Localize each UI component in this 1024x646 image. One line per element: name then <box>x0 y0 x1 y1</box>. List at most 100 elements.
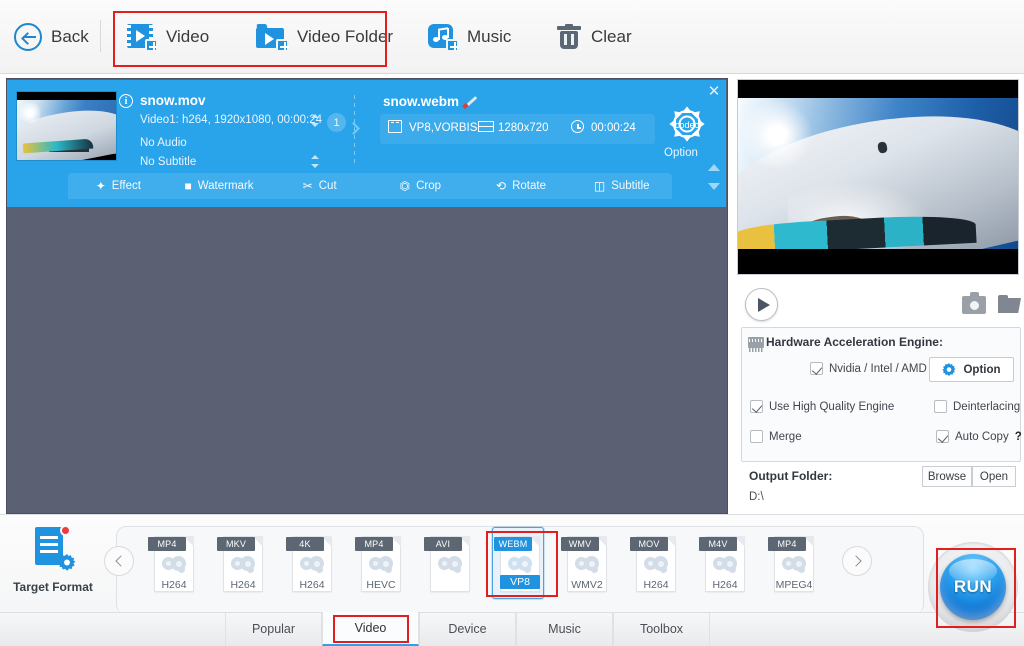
format-card[interactable]: MP4 MPEG4 <box>768 532 817 594</box>
film-reel-icon <box>438 556 462 573</box>
cut-button[interactable]: ✂ Cut <box>269 180 370 192</box>
edit-pencil-icon[interactable] <box>463 95 477 109</box>
format-card-top: AVI <box>424 537 462 551</box>
run-button-core[interactable]: RUN <box>940 554 1006 620</box>
merge-checkbox[interactable]: Merge <box>750 430 802 443</box>
effect-button[interactable]: ✦ Effect <box>68 180 169 192</box>
browse-button[interactable]: Browse <box>922 466 972 487</box>
add-video-button[interactable]: Video <box>127 14 209 60</box>
tab-video[interactable]: Video <box>322 612 419 646</box>
auto-copy-checkbox[interactable]: Auto Copy ? <box>936 430 1022 443</box>
output-folder-label: Output Folder: <box>749 469 833 483</box>
film-reel-icon <box>162 556 186 573</box>
format-card-bottom: H264 <box>230 579 256 591</box>
add-video-folder-button[interactable]: Video Folder <box>256 14 393 60</box>
clear-label: Clear <box>591 27 632 46</box>
tab-toolbox[interactable]: Toolbox <box>613 612 710 646</box>
merge-checkbox-box[interactable] <box>750 430 763 443</box>
format-card[interactable]: 4K H264 <box>286 532 335 594</box>
high-quality-checkbox-box[interactable] <box>750 400 763 413</box>
clear-button[interactable]: Clear <box>556 14 632 60</box>
track-count-badge: 1 <box>327 113 346 132</box>
film-reel-icon <box>508 556 532 573</box>
crop-button[interactable]: ⏣ Crop <box>370 180 471 192</box>
info-icon[interactable]: i <box>119 94 133 108</box>
hardware-acceleration-title: Hardware Acceleration Engine: <box>766 335 943 349</box>
deinterlacing-checkbox[interactable]: Deinterlacing <box>934 400 1020 413</box>
watermark-button[interactable]: ■ Watermark <box>169 180 270 192</box>
back-label: Back <box>51 27 89 46</box>
target-format-icon <box>31 525 76 571</box>
nvidia-checkbox-box[interactable] <box>810 362 823 375</box>
format-card-bottom: H264 <box>161 579 187 591</box>
nvidia-intel-amd-checkbox[interactable]: Nvidia / Intel / AMD <box>810 362 927 375</box>
merge-label: Merge <box>769 430 802 443</box>
effect-label: Effect <box>111 180 141 192</box>
format-card-top: 4K <box>286 537 324 551</box>
video-preview[interactable] <box>737 79 1019 275</box>
format-card-top: MOV <box>630 537 668 551</box>
snapshot-icon[interactable] <box>962 292 986 314</box>
gear-icon <box>942 362 957 377</box>
tab-device[interactable]: Device <box>419 612 516 646</box>
output-codec: VP8,VORBIS <box>409 122 478 134</box>
format-card-top: WMV <box>561 537 599 551</box>
format-next-button[interactable] <box>842 546 872 576</box>
run-button[interactable]: RUN <box>928 542 1018 632</box>
format-card-bottom: VP8 <box>500 575 540 589</box>
cpu-chip-icon <box>748 337 764 352</box>
tab-music[interactable]: Music <box>516 612 613 646</box>
format-card[interactable]: MKV H264 <box>217 532 266 594</box>
add-music-button[interactable]: Music <box>428 14 511 60</box>
format-prev-button[interactable] <box>104 546 134 576</box>
format-card-bottom: WMV2 <box>571 579 603 591</box>
crop-label: Crop <box>416 180 442 192</box>
clock-icon <box>571 120 586 134</box>
format-card[interactable]: WMV WMV2 <box>561 532 610 594</box>
open-folder-icon[interactable] <box>998 295 1022 314</box>
file-action-bar: ✦ Effect ■ Watermark ✂ Cut ⏣ Crop ⟲ Rota… <box>68 173 672 199</box>
row-scroll-stepper[interactable] <box>707 164 721 190</box>
subtitle-button[interactable]: ◫ Subtitle <box>571 180 672 192</box>
close-icon[interactable]: ✕ <box>706 84 722 100</box>
format-card-bottom: H264 <box>643 579 669 591</box>
high-quality-engine-checkbox[interactable]: Use High Quality Engine <box>750 400 894 413</box>
film-reel-icon <box>369 556 393 573</box>
open-output-button[interactable]: Open <box>972 466 1016 487</box>
format-card[interactable]: MOV H264 <box>630 532 679 594</box>
format-card-bottom: HEVC <box>366 579 396 591</box>
output-file-name: snow.webm <box>383 94 460 109</box>
hardware-option-button[interactable]: Option <box>929 357 1014 382</box>
subtitle-track-stepper[interactable] <box>310 155 319 168</box>
codec-option-label: Option <box>664 147 698 159</box>
video-track-stepper[interactable] <box>310 114 319 127</box>
subtitle-icon: ◫ <box>593 179 606 193</box>
rotate-button[interactable]: ⟲ Rotate <box>471 180 572 192</box>
format-card-top: MKV <box>217 537 255 551</box>
deinterlacing-checkbox-box[interactable] <box>934 400 947 413</box>
format-card-selected[interactable]: WEBM VP8 <box>492 527 544 599</box>
format-card[interactable]: MP4 H264 <box>148 532 197 594</box>
play-button[interactable] <box>745 288 778 321</box>
cut-label: Cut <box>318 180 337 192</box>
format-card-top: MP4 <box>148 537 186 551</box>
tab-popular[interactable]: Popular <box>225 612 322 646</box>
stamp-icon: ■ <box>184 179 192 193</box>
format-card[interactable]: AVI <box>424 532 473 594</box>
watermark-label: Watermark <box>197 180 254 192</box>
format-card[interactable]: MP4 HEVC <box>355 532 404 594</box>
nvidia-label: Nvidia / Intel / AMD <box>829 362 927 375</box>
target-format-label: Target Format <box>13 580 93 594</box>
back-button[interactable]: Back <box>14 14 89 60</box>
format-card-top: MP4 <box>768 537 806 551</box>
format-card-top: WEBM <box>494 537 532 551</box>
crop-icon: ⏣ <box>399 179 411 193</box>
codec-option-gear-icon[interactable]: codec <box>665 105 709 145</box>
auto-copy-checkbox-box[interactable] <box>936 430 949 443</box>
chevron-left-icon <box>114 555 127 567</box>
format-card-bottom: H264 <box>712 579 738 591</box>
auto-copy-help-icon[interactable]: ? <box>1015 431 1022 443</box>
format-card-list: MP4 H264 MKV H264 4K H264 MP4 HEVC AVI W… <box>148 527 817 599</box>
film-reel-icon <box>644 556 668 573</box>
format-card[interactable]: M4V H264 <box>699 532 748 594</box>
